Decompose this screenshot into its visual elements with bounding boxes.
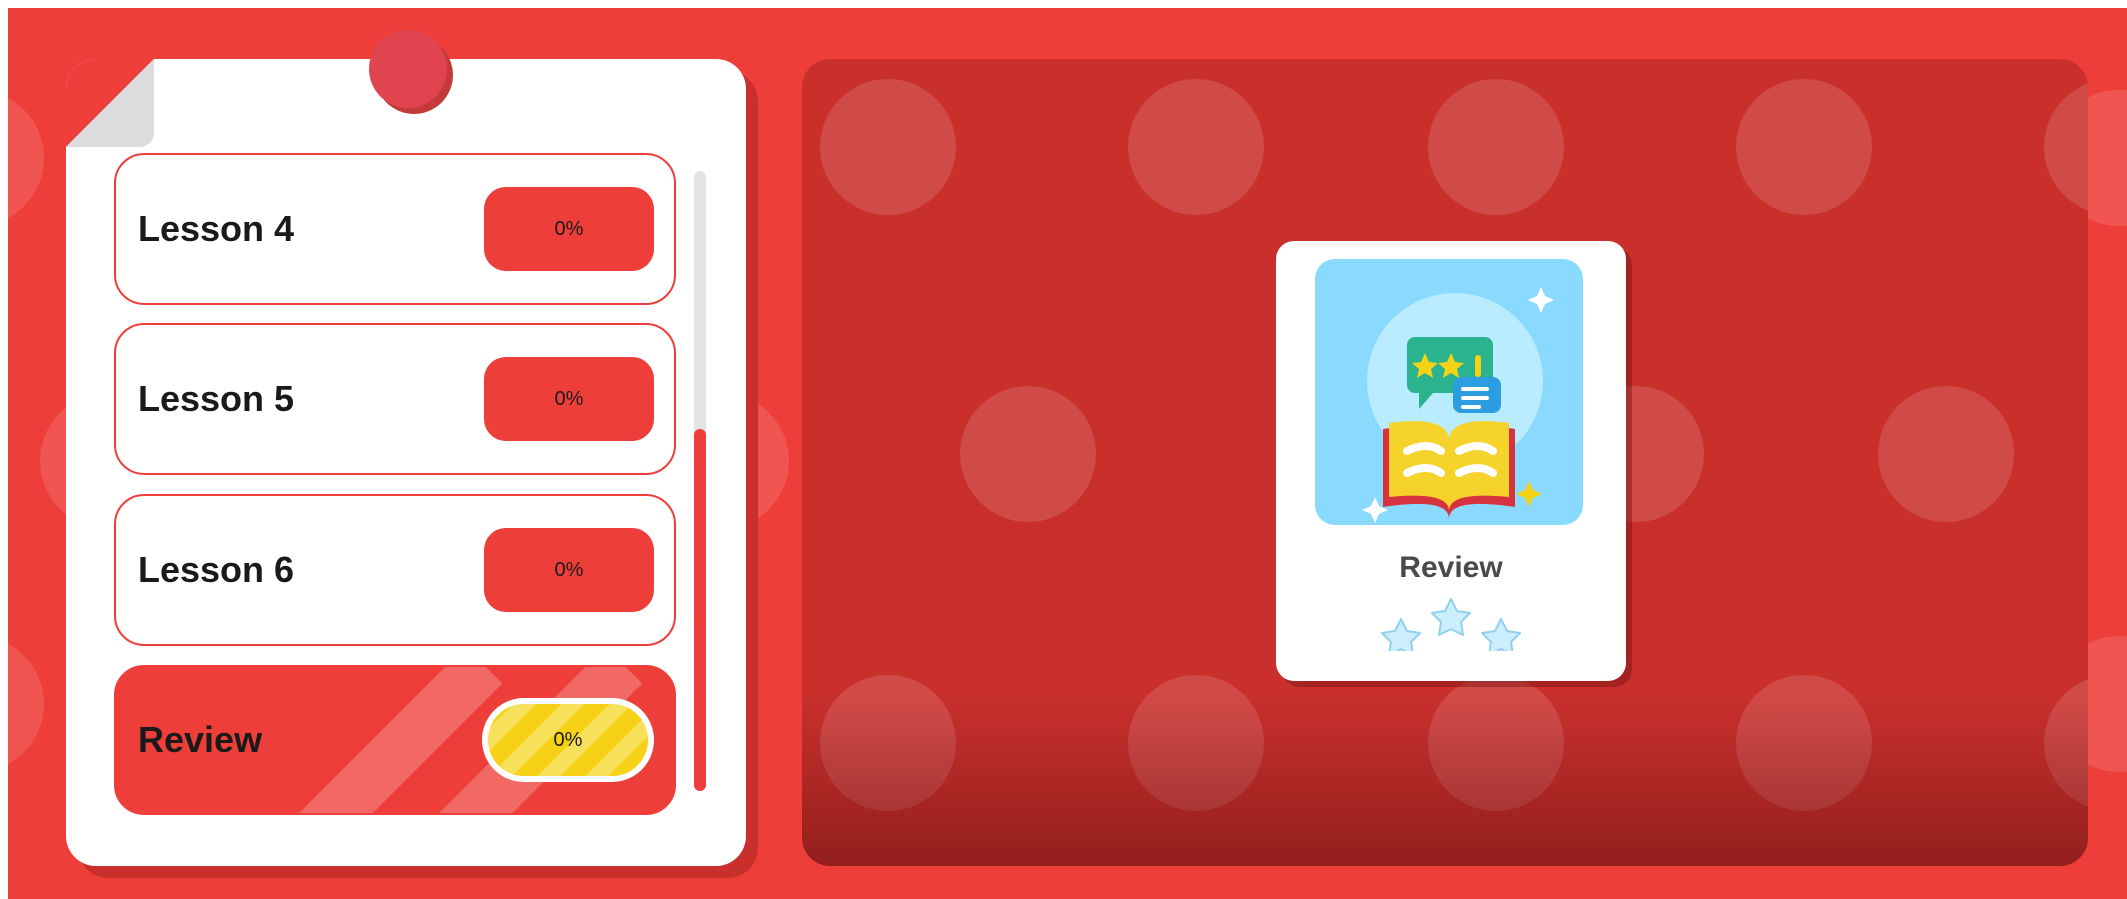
lesson-item-5[interactable]: Lesson 5 0% [114,323,676,475]
progress-badge: 0% [484,187,654,271]
bottom-gradient [802,696,2088,866]
review-card[interactable]: Review [1276,241,1626,681]
lesson-item-review[interactable]: Review 0% [114,665,676,815]
star-rating [1381,598,1521,651]
lesson-list-scrollbar[interactable] [694,171,706,791]
background-dot [820,79,956,215]
scrollbar-thumb[interactable] [694,429,706,791]
review-card-title: Review [1399,551,1503,584]
open-book-review-icon [1362,287,1554,523]
pin-icon [369,30,447,108]
review-thumbnail [1315,259,1583,525]
background-dot [2044,79,2088,215]
star-icon [1381,618,1421,651]
background-dot [1878,386,2014,522]
background-dot [960,386,1096,522]
progress-badge: 0% [482,698,654,782]
lesson-label: Lesson 5 [138,378,295,419]
lesson-item-6[interactable]: Lesson 6 0% [114,494,676,646]
background-dot [8,90,44,226]
star-icon [1431,598,1471,636]
lesson-list-panel: Lesson 4 0% Lesson 5 0% Lesson 6 0% Revi… [66,30,746,866]
star-icon [1481,618,1521,651]
background-dot [1736,79,1872,215]
background-dot [1428,79,1564,215]
lesson-label: Lesson 6 [138,549,295,590]
lesson-label: Review [138,719,263,760]
background-dot [1128,79,1264,215]
lesson-item-4[interactable]: Lesson 4 0% [114,153,676,305]
progress-badge: 0% [484,357,654,441]
app-stage: Lesson 4 0% Lesson 5 0% Lesson 6 0% Revi… [8,8,2127,899]
progress-badge: 0% [484,528,654,612]
background-dot [8,636,44,772]
page-fold-flap [66,59,154,147]
lesson-label: Lesson 4 [138,208,295,249]
